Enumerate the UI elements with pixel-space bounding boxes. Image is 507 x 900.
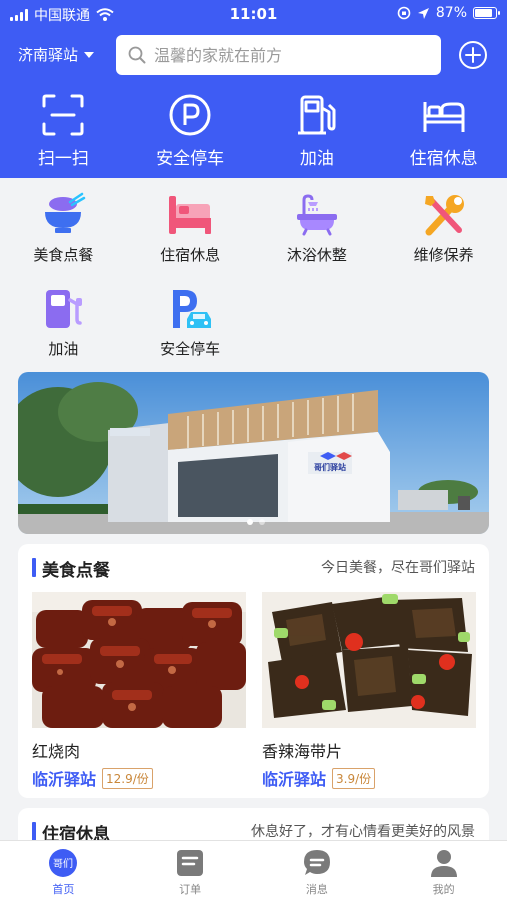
dish-name: 红烧肉 bbox=[32, 742, 81, 761]
battery-icon bbox=[473, 7, 500, 19]
message-icon bbox=[303, 850, 330, 875]
header: 中国联通 11:01 87% 济南驿站 扫一扫 bbox=[0, 0, 507, 178]
service-grid: 美食点餐 住宿休息 沐浴休整 维修保养 加油 安全停车 bbox=[0, 192, 507, 380]
service-repair-label: 维修保养 bbox=[413, 246, 474, 264]
quick-actions: 扫一扫 安全停车 加油 住宿休息 bbox=[0, 92, 507, 169]
location-arrow-icon bbox=[417, 7, 429, 19]
repair-tools-icon bbox=[424, 195, 464, 236]
food-section-title: 美食点餐 bbox=[42, 561, 110, 581]
add-icon[interactable] bbox=[458, 40, 488, 70]
quick-lodging-label: 住宿休息 bbox=[409, 149, 478, 169]
tab-messages[interactable]: 消息 bbox=[254, 841, 381, 900]
section-accent-bar bbox=[32, 822, 36, 841]
top-bar: 济南驿站 bbox=[0, 34, 507, 76]
parking-icon bbox=[169, 94, 211, 136]
quick-fuel[interactable]: 加油 bbox=[254, 92, 381, 169]
dish-photo-spicy-kelp bbox=[262, 592, 476, 728]
profile-icon bbox=[430, 850, 457, 877]
tab-home-label: 首页 bbox=[52, 883, 75, 896]
battery-percent: 87% bbox=[435, 5, 467, 21]
rotation-lock-icon bbox=[397, 6, 411, 20]
quick-fuel-label: 加油 bbox=[299, 149, 334, 169]
quick-parking-label: 安全停车 bbox=[156, 149, 225, 169]
lodging-section-header: 住宿休息 休息好了，才有心情看更美好的风景 bbox=[18, 820, 489, 845]
tab-profile[interactable]: 我的 bbox=[380, 841, 507, 900]
dish-price-tag: 12.9/份 bbox=[102, 767, 153, 789]
bottom-tab-bar: 哥们 首页 订单 消息 我的 bbox=[0, 840, 507, 900]
order-icon bbox=[177, 850, 204, 876]
food-section-header: 美食点餐 今日美餐，尽在哥们驿站 bbox=[18, 556, 489, 581]
status-bar: 中国联通 11:01 87% bbox=[0, 0, 507, 28]
service-food-label: 美食点餐 bbox=[33, 246, 94, 264]
bed-icon bbox=[423, 102, 465, 132]
bed-icon bbox=[169, 196, 212, 234]
search-icon bbox=[128, 46, 146, 64]
tab-home[interactable]: 哥们 首页 bbox=[0, 841, 127, 900]
service-fuel-label: 加油 bbox=[48, 340, 79, 358]
quick-scan-label: 扫一扫 bbox=[37, 149, 89, 169]
service-station-photo: 哥们驿站 bbox=[18, 372, 489, 534]
chevron-down-icon bbox=[84, 51, 95, 58]
dish-card[interactable]: 香辣海带片 临沂驿站 3.9/份 bbox=[262, 592, 476, 790]
lodging-section-subtitle[interactable]: 休息好了，才有心情看更美好的风景 bbox=[251, 821, 475, 841]
service-bath-label: 沐浴休整 bbox=[286, 246, 347, 264]
tab-orders-label: 订单 bbox=[179, 883, 202, 896]
fuel-pump-icon bbox=[46, 290, 83, 328]
quick-lodging[interactable]: 住宿休息 bbox=[380, 92, 507, 169]
dish-photo-braised-pork bbox=[32, 592, 246, 728]
service-bath[interactable]: 沐浴休整 bbox=[254, 192, 381, 286]
food-bowl-icon bbox=[45, 192, 86, 233]
search-box[interactable] bbox=[116, 35, 441, 75]
carousel-dot-active[interactable] bbox=[247, 519, 253, 525]
food-section: 美食点餐 今日美餐，尽在哥们驿站 红烧肉 临沂驿站 12.9/份 香辣海带片 临… bbox=[18, 544, 489, 798]
service-parking-label: 安全停车 bbox=[160, 340, 221, 358]
tab-profile-label: 我的 bbox=[432, 883, 455, 896]
service-lodging-label: 住宿休息 bbox=[160, 246, 221, 264]
carousel-dot[interactable] bbox=[259, 519, 265, 525]
banner-sign-text: 哥们驿站 bbox=[314, 462, 346, 472]
fuel-pump-icon bbox=[297, 95, 336, 135]
dish-price-tag: 3.9/份 bbox=[332, 767, 376, 789]
tab-orders[interactable]: 订单 bbox=[127, 841, 254, 900]
dish-station: 临沂驿站 bbox=[262, 770, 327, 789]
home-logo-text: 哥们 bbox=[53, 857, 73, 870]
service-parking[interactable]: 安全停车 bbox=[127, 286, 254, 380]
bathtub-icon bbox=[296, 194, 337, 236]
quick-scan[interactable]: 扫一扫 bbox=[0, 92, 127, 169]
service-fuel[interactable]: 加油 bbox=[0, 286, 127, 380]
dish-station: 临沂驿站 bbox=[32, 770, 97, 789]
quick-parking[interactable]: 安全停车 bbox=[127, 92, 254, 169]
service-repair[interactable]: 维修保养 bbox=[380, 192, 507, 286]
tab-messages-label: 消息 bbox=[305, 883, 328, 896]
location-label: 济南驿站 bbox=[18, 46, 79, 64]
scan-icon bbox=[42, 94, 84, 136]
section-accent-bar bbox=[32, 558, 36, 577]
search-input[interactable] bbox=[154, 45, 414, 65]
dish-card[interactable]: 红烧肉 临沂驿站 12.9/份 bbox=[32, 592, 246, 790]
battery-level bbox=[475, 9, 493, 17]
parking-car-icon bbox=[173, 290, 212, 328]
dish-name: 香辣海带片 bbox=[262, 742, 343, 761]
location-selector[interactable]: 济南驿站 bbox=[18, 44, 95, 65]
promo-banner[interactable]: 哥们驿站 bbox=[18, 372, 489, 534]
service-food[interactable]: 美食点餐 bbox=[0, 192, 127, 286]
home-logo-icon: 哥们 bbox=[49, 849, 78, 877]
food-section-subtitle[interactable]: 今日美餐，尽在哥们驿站 bbox=[321, 557, 475, 577]
service-lodging[interactable]: 住宿休息 bbox=[127, 192, 254, 286]
